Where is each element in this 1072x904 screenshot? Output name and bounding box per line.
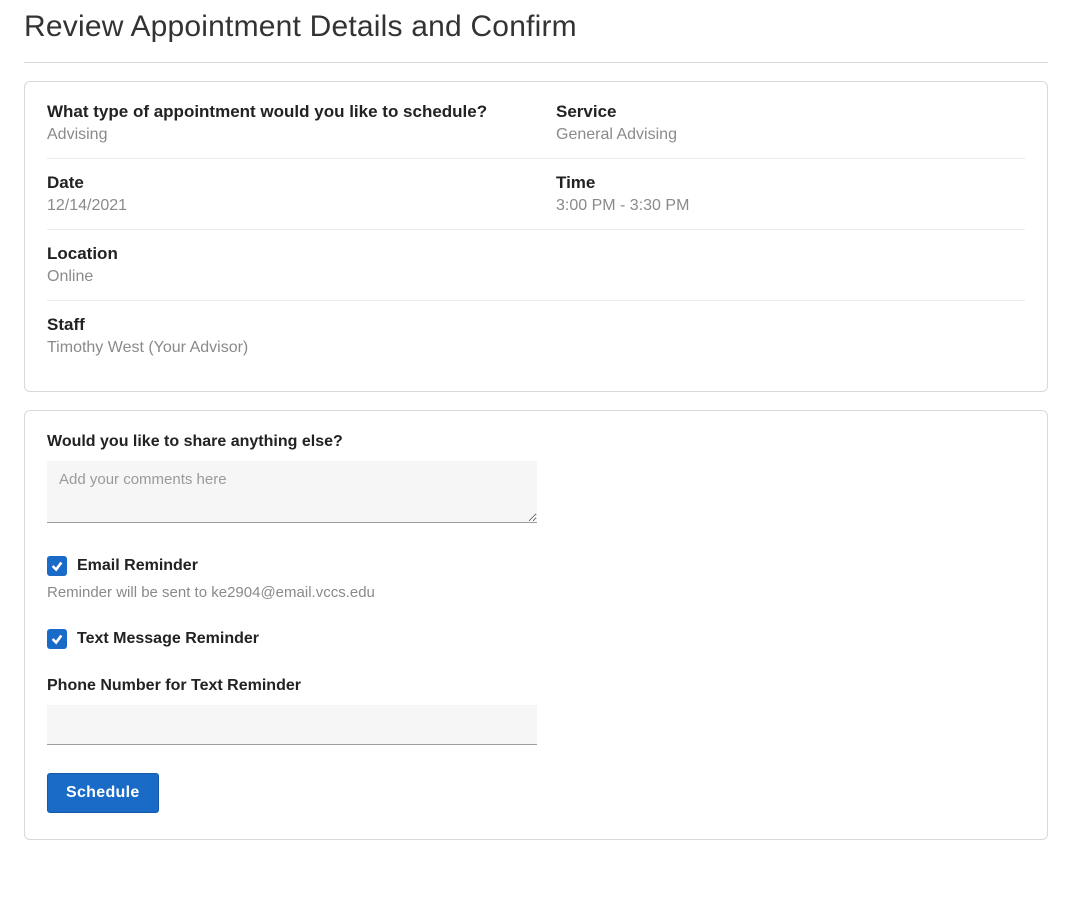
summary-card: What type of appointment would you like … — [24, 81, 1048, 392]
text-reminder-label: Text Message Reminder — [77, 630, 259, 648]
time-value: 3:00 PM - 3:30 PM — [556, 197, 1025, 215]
time-label: Time — [556, 173, 1025, 193]
staff-value: Timothy West (Your Advisor) — [47, 339, 516, 357]
location-label: Location — [47, 244, 516, 264]
phone-label: Phone Number for Text Reminder — [47, 677, 1025, 695]
page-title: Review Appointment Details and Confirm — [24, 0, 1048, 62]
title-divider — [24, 62, 1048, 63]
empty-cell-b — [556, 315, 1025, 357]
form-actions: Schedule — [47, 773, 1025, 813]
comments-input[interactable] — [47, 461, 537, 523]
text-reminder-row: Text Message Reminder — [47, 629, 1025, 649]
summary-row-4: Staff Timothy West (Your Advisor) — [47, 300, 1025, 371]
date-cell: Date 12/14/2021 — [47, 173, 516, 215]
staff-label: Staff — [47, 315, 516, 335]
form-card: Would you like to share anything else? E… — [24, 410, 1048, 840]
email-reminder-group: Email Reminder Reminder will be sent to … — [47, 556, 1025, 601]
page-container: Review Appointment Details and Confirm W… — [0, 0, 1072, 864]
email-reminder-checkbox[interactable] — [47, 556, 67, 576]
schedule-button[interactable]: Schedule — [47, 773, 159, 813]
text-reminder-checkbox[interactable] — [47, 629, 67, 649]
staff-cell: Staff Timothy West (Your Advisor) — [47, 315, 516, 357]
check-icon — [50, 559, 64, 573]
email-reminder-label: Email Reminder — [77, 557, 198, 575]
email-reminder-helper: Reminder will be sent to ke2904@email.vc… — [47, 584, 1025, 601]
text-reminder-group: Text Message Reminder — [47, 629, 1025, 649]
summary-row-1: What type of appointment would you like … — [47, 102, 1025, 158]
check-icon — [50, 632, 64, 646]
phone-input[interactable] — [47, 705, 537, 745]
time-cell: Time 3:00 PM - 3:30 PM — [556, 173, 1025, 215]
service-label: Service — [556, 102, 1025, 122]
empty-cell-a — [556, 244, 1025, 286]
email-reminder-row: Email Reminder — [47, 556, 1025, 576]
location-value: Online — [47, 268, 516, 286]
comments-label: Would you like to share anything else? — [47, 433, 1025, 451]
date-label: Date — [47, 173, 516, 193]
appt-type-label: What type of appointment would you like … — [47, 102, 516, 122]
phone-group: Phone Number for Text Reminder — [47, 677, 1025, 745]
summary-row-2: Date 12/14/2021 Time 3:00 PM - 3:30 PM — [47, 158, 1025, 229]
service-cell: Service General Advising — [556, 102, 1025, 144]
location-cell: Location Online — [47, 244, 516, 286]
comments-group: Would you like to share anything else? — [47, 433, 1025, 528]
appt-type-value: Advising — [47, 126, 516, 144]
appt-type-cell: What type of appointment would you like … — [47, 102, 516, 144]
summary-row-3: Location Online — [47, 229, 1025, 300]
date-value: 12/14/2021 — [47, 197, 516, 215]
service-value: General Advising — [556, 126, 1025, 144]
